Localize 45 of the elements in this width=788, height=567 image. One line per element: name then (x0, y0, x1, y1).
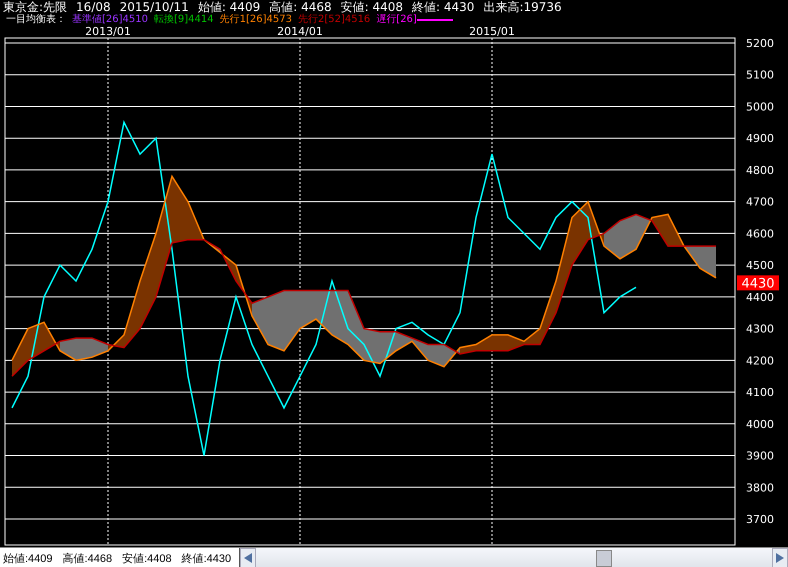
header-field: 16/08 (76, 0, 111, 14)
y-axis-label: 4200 (746, 354, 774, 368)
legend-item: 先行2[52]4516 (298, 14, 370, 26)
y-axis-label: 4500 (746, 259, 774, 272)
x-axis-label: 2015/01 (469, 26, 515, 38)
right-arrow-icon (776, 553, 784, 563)
legend-item: 転換[9]4414 (154, 14, 214, 26)
status-field: 終値:4430 (182, 550, 232, 566)
header-field: 始値: 4409 (198, 0, 260, 14)
header-field: 出来高:19736 (483, 0, 562, 14)
y-axis-label: 4000 (746, 418, 774, 431)
x-axis-label: 2013/01 (85, 26, 131, 38)
y-axis-label: 4400 (746, 290, 774, 304)
status-field: 始値:4409 (3, 550, 53, 566)
y-axis-label: 3900 (746, 450, 774, 463)
y-axis-label: 4900 (746, 132, 774, 146)
status-field: 高値:4468 (62, 550, 112, 566)
y-axis-label: 4700 (746, 196, 774, 209)
x-axis-label: 2014/01 (277, 26, 323, 38)
scroll-thumb[interactable] (596, 550, 612, 567)
y-axis-label: 3800 (746, 481, 774, 494)
horizontal-scrollbar[interactable] (239, 548, 788, 567)
y-axis-label: 5000 (746, 100, 774, 114)
legend-line-icon (416, 18, 453, 22)
header-field: 安値: 4408 (340, 0, 404, 14)
left-arrow-icon (244, 553, 252, 563)
y-axis-label: 4300 (746, 322, 774, 336)
legend-item: 基準値[26]4510 (72, 14, 148, 26)
y-axis-label: 4600 (746, 227, 774, 240)
header-field: 高値: 4468 (269, 0, 332, 14)
header-field: 東京金:先限 (3, 0, 68, 14)
scroll-left-button[interactable] (240, 548, 256, 567)
y-axis-label: 4100 (746, 386, 774, 400)
y-axis-label: 5100 (746, 68, 774, 82)
last-price-tag: 4430 (737, 275, 779, 292)
scroll-right-button[interactable] (772, 548, 788, 567)
y-axis-label: 3700 (746, 513, 774, 526)
status-field: 安値:4408 (122, 550, 172, 566)
y-axis-label: 4800 (746, 164, 774, 177)
legend-item: 先行1[26]4573 (220, 14, 292, 26)
header-field: 終値: 4430 (412, 0, 474, 14)
header-field: 2015/10/11 (120, 0, 189, 14)
y-axis-label: 5200 (746, 37, 774, 50)
legend-title: 一目均衡表： (6, 14, 66, 26)
legend-item: 遅行[26] (376, 14, 417, 26)
